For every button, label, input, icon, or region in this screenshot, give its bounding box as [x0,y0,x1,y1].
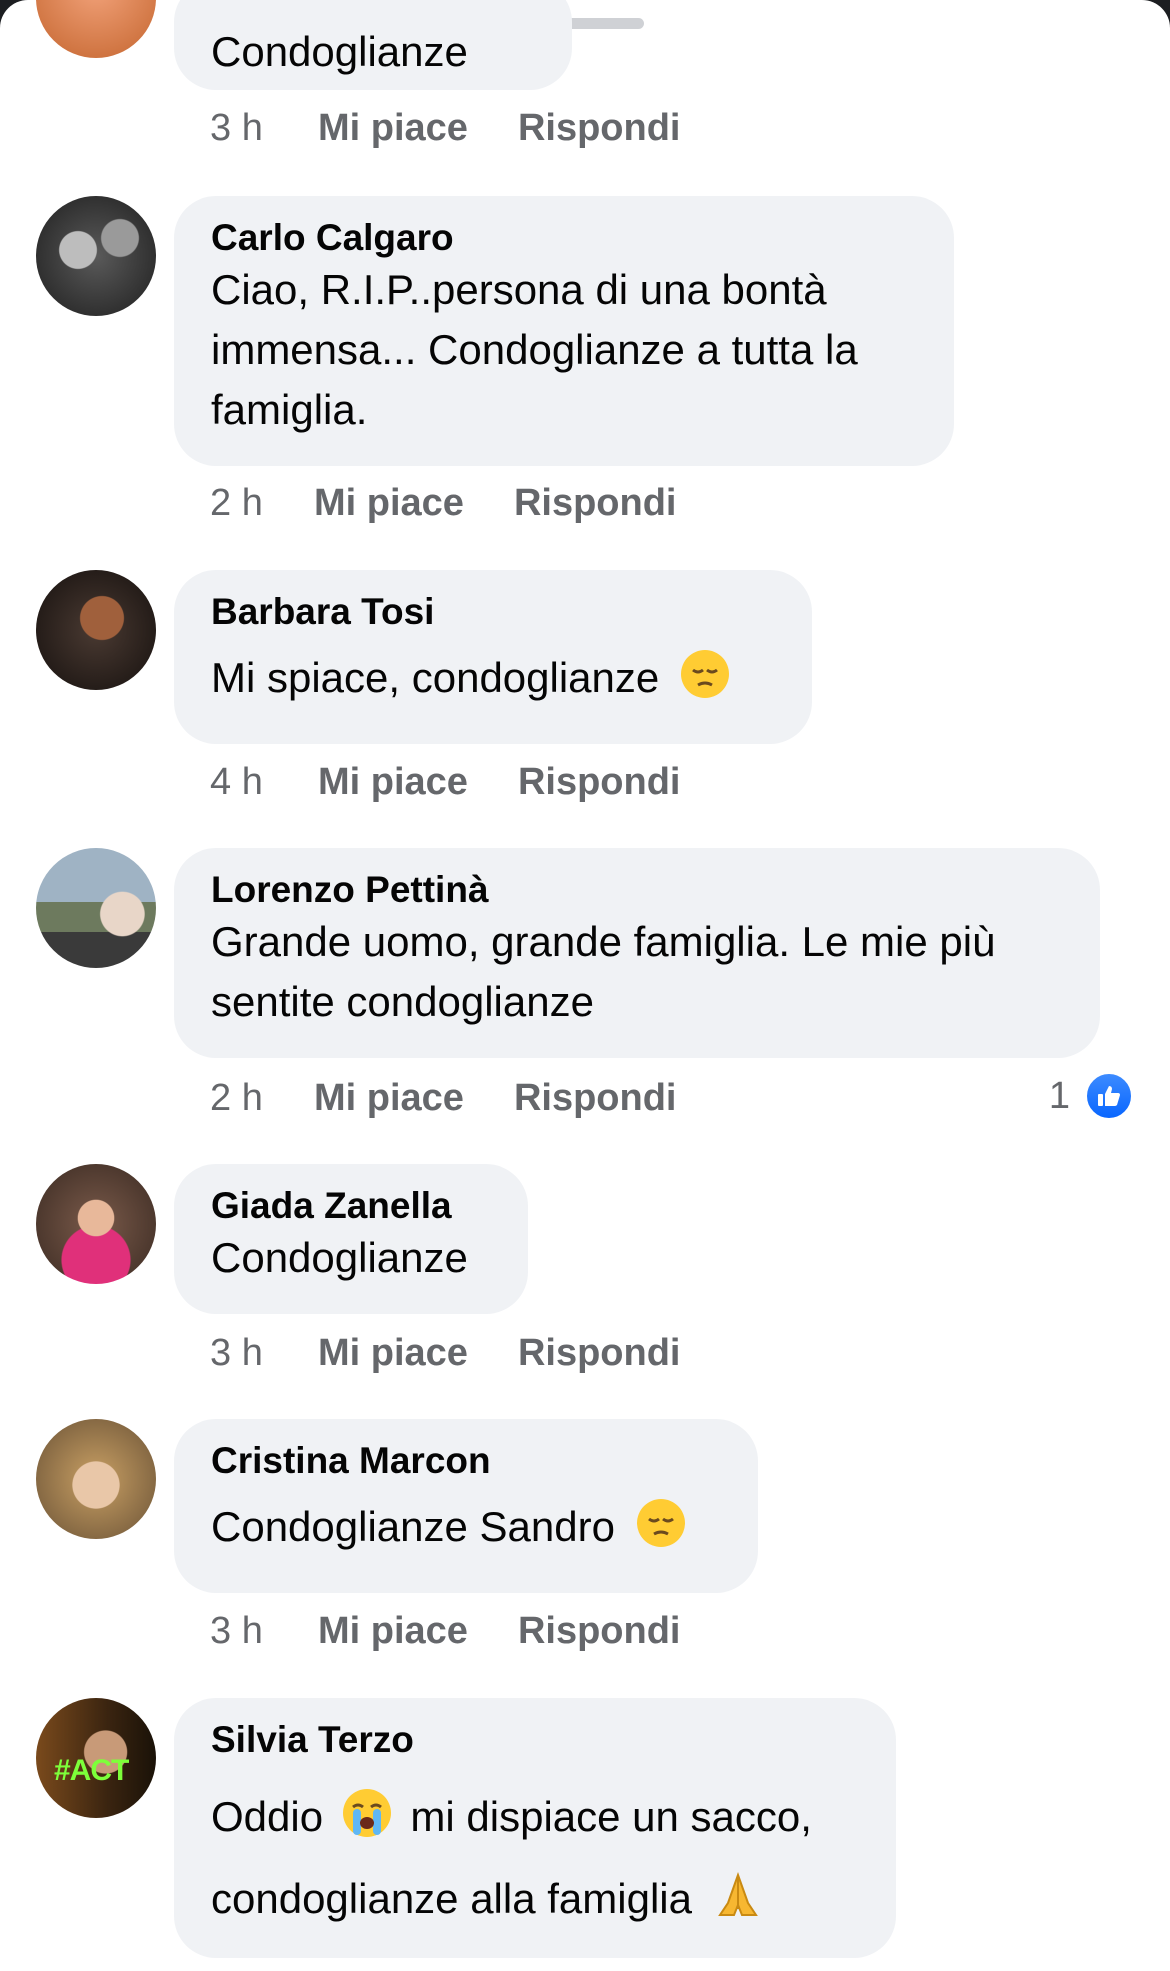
comment-time: 3 h [210,1610,263,1652]
comment-actions: 3 h Mi piace Rispondi [210,1606,681,1656]
comment-bubble: Condoglianze [174,0,572,90]
avatar[interactable] [36,570,156,690]
avatar[interactable] [36,0,156,58]
reply-button[interactable]: Rispondi [518,1610,681,1652]
reply-button[interactable]: Rispondi [518,1332,681,1374]
comment-actions: 3 h Mi piace Rispondi [210,103,681,153]
comment-actions: 2 h Mi piace Rispondi [210,1073,677,1123]
comment-bubble: Giada Zanella Condoglianze [174,1164,528,1314]
comment-time: 4 h [210,761,263,803]
comment-time: 3 h [210,1332,263,1374]
comment-text-content: mi dispiace un sacco, [410,1793,812,1840]
like-button[interactable]: Mi piace [314,1073,464,1123]
pensive-face-icon [636,1499,685,1547]
avatar[interactable] [36,1419,156,1539]
comment-item: Condoglianze 3 h Mi piace Rispondi [0,0,1170,160]
comment-text: Oddio mi dispiace un sacco, condoglianze… [211,1776,860,1940]
comment-text: Condoglianze [211,1234,468,1281]
comment-text-content: Oddio [211,1793,324,1840]
like-button[interactable]: Mi piace [318,103,468,153]
reaction-summary[interactable]: 1 [1049,1071,1134,1121]
reaction-count: 1 [1048,1074,1070,1117]
comment-actions: 4 h Mi piace Rispondi [210,757,681,807]
comment-time: 2 h [210,482,263,524]
comment-text-content: Mi spiace, condoglianze [211,654,660,701]
comment-author[interactable]: Carlo Calgaro [211,216,918,260]
reply-button[interactable]: Rispondi [514,1077,677,1119]
comment-author[interactable]: Barbara Tosi [211,590,776,634]
comment-text: Ciao, R.I.P..persona di una bontà immens… [211,266,858,433]
avatar[interactable] [36,848,156,968]
avatar[interactable] [36,1164,156,1284]
comment-time: 2 h [210,1077,263,1119]
avatar[interactable] [36,196,156,316]
comment-author[interactable]: Cristina Marcon [211,1439,722,1483]
avatar-overlay-text: #ACT [54,1754,129,1787]
comment-author[interactable]: Giada Zanella [211,1184,492,1228]
avatar[interactable]: #ACT [36,1698,156,1818]
like-button[interactable]: Mi piace [318,757,468,807]
reply-button[interactable]: Rispondi [514,482,677,524]
comment-text: Mi spiace, condoglianze [211,648,776,708]
comment-bubble: Cristina Marcon Condoglianze Sandro [174,1419,758,1593]
comment-bubble: Barbara Tosi Mi spiace, condoglianze [174,570,812,744]
comment-actions: 2 h Mi piace Rispondi [210,478,677,528]
pensive-face-icon [680,650,729,698]
like-button[interactable]: Mi piace [318,1606,468,1656]
comment-text: Condoglianze [211,28,468,75]
comment-bubble: Carlo Calgaro Ciao, R.I.P..persona di un… [174,196,954,466]
reply-button[interactable]: Rispondi [518,761,681,803]
reply-button[interactable]: Rispondi [518,107,681,149]
comment-author[interactable]: Lorenzo Pettinà [211,868,1064,912]
comment-actions: 3 h Mi piace Rispondi [210,1328,681,1378]
comment-text: Condoglianze Sandro [211,1497,722,1557]
comment-text-content: Condoglianze Sandro [211,1503,615,1550]
comment-time: 3 h [210,107,263,149]
like-button[interactable]: Mi piace [314,478,464,528]
like-button[interactable]: Mi piace [318,1328,468,1378]
like-reaction-icon [1084,1071,1134,1121]
comment-author[interactable]: Silvia Terzo [211,1718,860,1762]
loudly-crying-face-icon [342,1789,391,1837]
comment-text: Grande uomo, grande famiglia. Le mie più… [211,918,996,1025]
comment-text-content: condoglianze alla famiglia [211,1875,692,1922]
folded-hands-icon [717,1872,758,1916]
comment-bubble: Silvia Terzo Oddio mi dispiace un sacco,… [174,1698,896,1958]
comment-bubble: Lorenzo Pettinà Grande uomo, grande fami… [174,848,1100,1058]
